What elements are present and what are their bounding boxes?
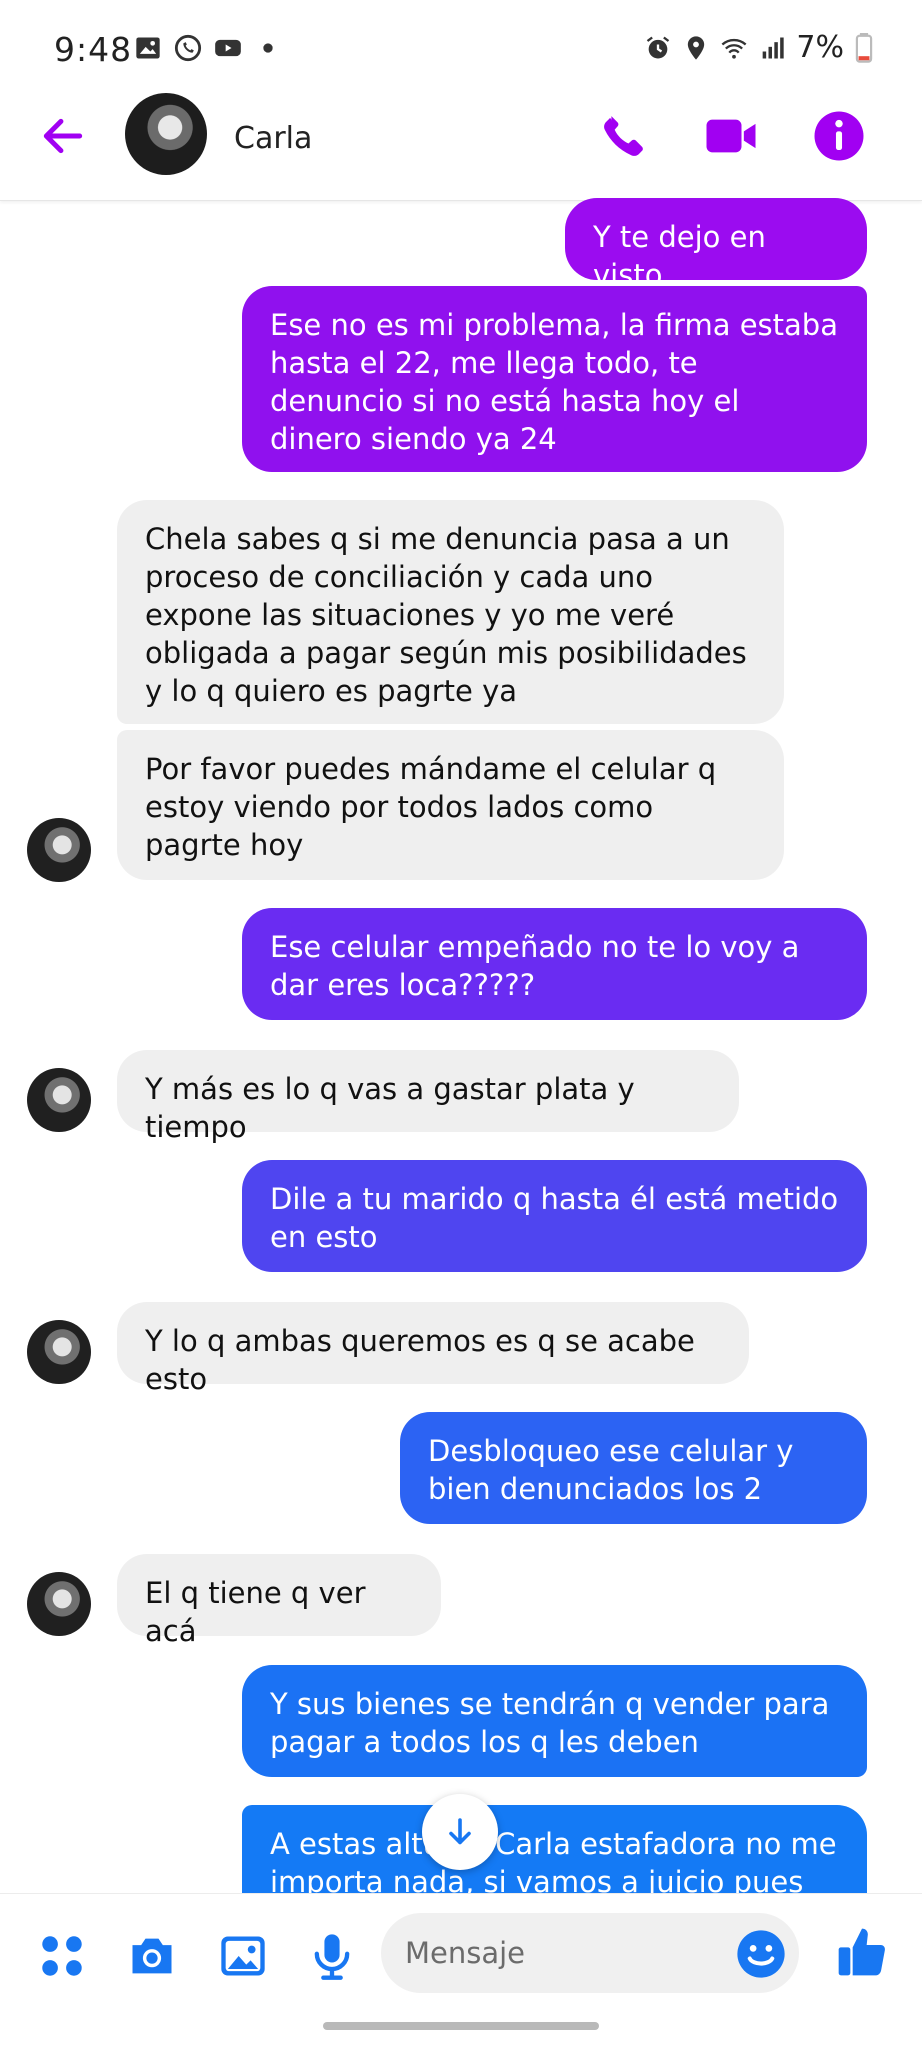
status-time: 9:48 <box>54 30 133 69</box>
back-arrow-icon[interactable] <box>38 111 88 161</box>
wifi-icon <box>721 38 747 59</box>
arrow-down-icon <box>449 1818 471 1845</box>
location-icon <box>688 35 705 60</box>
gallery-icon <box>136 37 160 59</box>
phone-icon[interactable] <box>596 108 652 164</box>
contact-avatar-small <box>27 818 91 882</box>
video-icon[interactable] <box>703 108 759 164</box>
dot-icon <box>263 43 273 53</box>
system-status: 7% <box>644 30 874 65</box>
youtube-icon <box>215 39 241 57</box>
emoji-icon[interactable] <box>734 1927 788 1981</box>
notification-icons <box>134 34 282 62</box>
battery-percent: 7% <box>796 30 844 65</box>
message-bubble-outgoing[interactable]: Desbloqueo ese celular y bien denunciado… <box>400 1412 867 1524</box>
message-bubble-outgoing[interactable]: Ese no es mi problema, la firma estaba h… <box>242 286 867 472</box>
contact-avatar-small <box>27 1320 91 1384</box>
message-bubble-incoming[interactable]: Y lo q ambas queremos es q se acabe esto <box>117 1302 749 1396</box>
alarm-icon <box>647 36 670 58</box>
home-indicator[interactable] <box>323 2022 599 2030</box>
apps-icon[interactable] <box>36 1930 88 1982</box>
message-bubble-incoming[interactable]: El q tiene q ver acá <box>117 1554 441 1648</box>
message-bubble-outgoing[interactable]: Y sus bienes se tendrán q vender para pa… <box>242 1665 867 1777</box>
message-bubble-outgoing[interactable]: Y te dejo en visto <box>565 198 867 292</box>
info-icon[interactable] <box>811 108 867 164</box>
contact-name[interactable]: Carla <box>234 121 312 156</box>
message-bubble-outgoing[interactable]: Ese celular empeñado no te lo voy a dar … <box>242 908 867 1020</box>
battery-icon <box>855 32 873 63</box>
message-bubble-incoming[interactable]: Y más es lo q vas a gastar plata y tiemp… <box>117 1050 739 1144</box>
contact-avatar-small <box>27 1068 91 1132</box>
signal-icon <box>763 37 785 58</box>
scroll-to-bottom-button[interactable] <box>422 1794 498 1870</box>
message-bubble-incoming[interactable]: Por favor puedes mándame el celular q es… <box>117 730 784 880</box>
status-bar: 9:48 7% <box>0 0 922 100</box>
mic-icon[interactable] <box>306 1930 358 1982</box>
message-bubble-incoming[interactable]: Chela sabes q si me denuncia pasa a un p… <box>117 500 784 724</box>
gallery-icon[interactable] <box>217 1930 269 1982</box>
like-icon[interactable] <box>834 1924 890 1980</box>
camera-icon[interactable] <box>126 1930 178 1982</box>
contact-avatar-small <box>27 1572 91 1636</box>
contact-avatar[interactable] <box>125 93 207 175</box>
message-bubble-outgoing[interactable]: Dile a tu marido q hasta él está metido … <box>242 1160 867 1272</box>
whatsapp-icon <box>174 34 202 62</box>
